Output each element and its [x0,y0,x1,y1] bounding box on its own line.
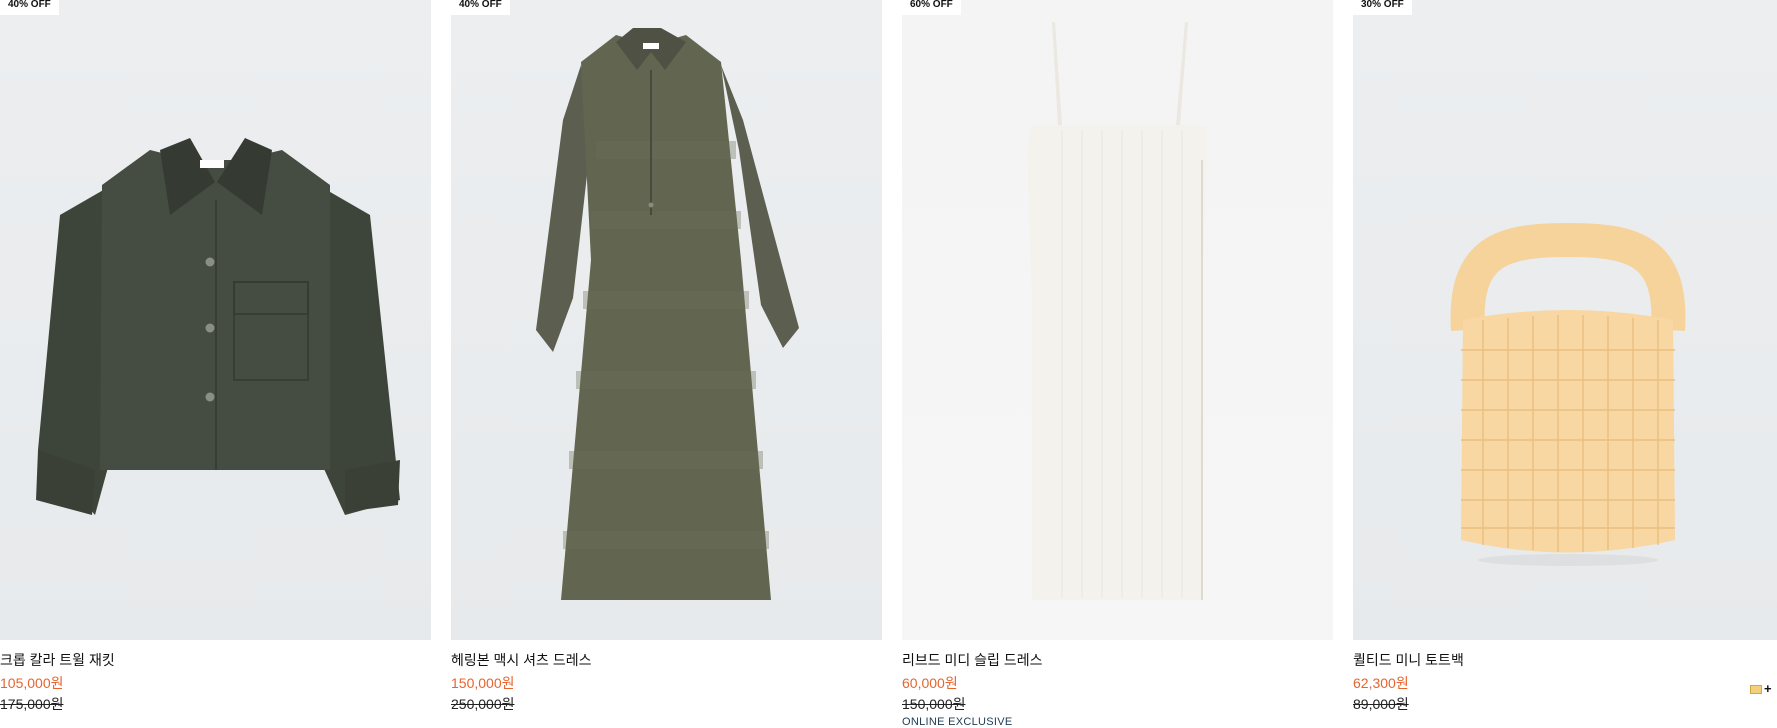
product-image[interactable]: 60% OFF [902,0,1333,640]
original-price: 175,000원 [0,696,64,712]
product-card[interactable]: 60% OFF 리브드 미디 슬립 드레스 60,000원 150,000원 O… [902,0,1333,728]
original-price: 150,000원 [902,696,966,712]
discount-badge: 40% OFF [451,0,510,15]
product-card[interactable]: 40% OFF 크롭 칼라 트윌 재킷 105,000원 175,000원 [0,0,431,728]
original-price: 89,000원 [1353,696,1409,712]
discount-badge: 60% OFF [902,0,961,15]
product-image[interactable]: 30% OFF [1353,0,1777,640]
product-card[interactable]: 30% OFF 퀼티드 미니 토트백 62,300원 89,000원 [1353,0,1777,728]
original-price: 250,000원 [451,696,515,712]
floating-widget[interactable]: + [1750,682,1772,695]
online-exclusive-tag: ONLINE EXCLUSIVE [902,716,1013,728]
product-card[interactable]: 40% OFF 헤링본 맥시 셔츠 드레스 150,000원 250,000원 [451,0,882,728]
product-name[interactable]: 리브드 미디 슬립 드레스 [902,650,1042,670]
product-name[interactable]: 헤링본 맥시 셔츠 드레스 [451,650,591,670]
product-image[interactable]: 40% OFF [0,0,431,640]
sale-price: 60,000원 [902,675,958,691]
product-name[interactable]: 크롭 칼라 트윌 재킷 [0,650,115,670]
sale-price: 150,000원 [451,675,515,691]
discount-badge: 40% OFF [0,0,59,15]
envelope-icon[interactable] [1750,684,1762,694]
product-image[interactable]: 40% OFF [451,0,882,640]
sale-price: 62,300원 [1353,675,1409,691]
product-grid: 40% OFF 크롭 칼라 트윌 재킷 105,000원 175,000원 40… [0,0,1777,728]
discount-badge: 30% OFF [1353,0,1412,15]
plus-icon[interactable]: + [1764,682,1772,695]
product-name[interactable]: 퀼티드 미니 토트백 [1353,650,1464,670]
sale-price: 105,000원 [0,675,64,691]
